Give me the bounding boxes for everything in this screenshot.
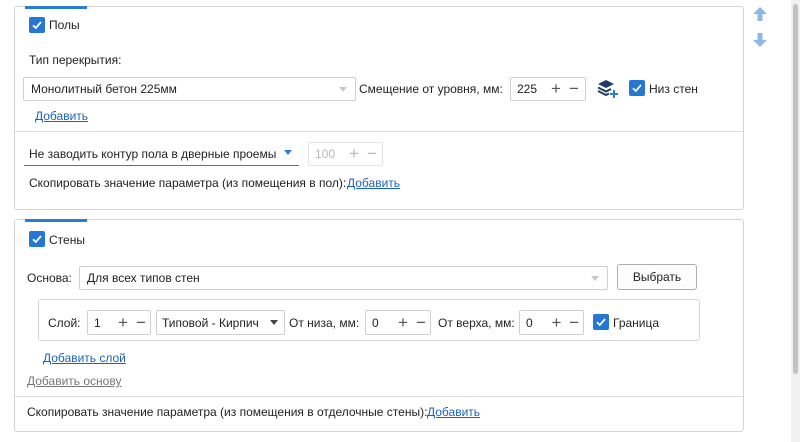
dropdown-arrow-icon [270,320,278,325]
from-bottom-label: От низа, мм: [289,316,360,330]
bottom-walls-checkbox[interactable] [629,80,645,96]
layer-plus-button[interactable]: + [114,314,132,331]
layers-add-icon[interactable] [597,78,619,100]
move-down-button[interactable] [752,32,768,48]
offset-stepper[interactable]: 225 + − [510,77,586,101]
offset-value: 225 [517,82,538,96]
layer-stepper-value: 1 [94,315,101,330]
floors-copy-text: Скопировать значение параметра (из помещ… [29,176,347,190]
checkbox-check-icon [596,318,606,327]
from-top-minus-button[interactable]: − [565,314,583,331]
move-up-button[interactable] [752,6,768,22]
base-value: Для всех типов стен [87,271,200,285]
offset-minus-button[interactable]: − [565,80,583,97]
contour-minus-button[interactable]: − [363,145,381,162]
add-base-link[interactable]: Добавить основу [27,373,121,389]
dropdown-arrow-icon [591,275,599,281]
from-bottom-minus-button[interactable]: − [412,314,430,331]
from-top-plus-button[interactable]: + [548,314,566,331]
checkbox-check-icon [32,235,42,244]
floors-section-title: Полы [49,18,80,32]
contour-dropdown[interactable]: Не заводить контур пола в дверные проемы [24,141,299,166]
layer-minus-button[interactable]: − [132,314,150,331]
walls-accent-bar [25,219,87,222]
offset-plus-button[interactable]: + [547,80,565,97]
select-button[interactable]: Выбрать [617,264,697,290]
base-dropdown[interactable]: Для всех типов стен [79,266,608,290]
floors-checkbox[interactable] [29,17,45,33]
material-dropdown[interactable]: Типовой - Кирпич [156,310,285,335]
walls-checkbox[interactable] [29,231,45,247]
from-bottom-value: 0 [372,315,379,330]
floors-copy-add-link[interactable]: Добавить [347,175,400,191]
contour-value: Не заводить контур пола в дверные проемы [29,147,277,161]
floors-add-link[interactable]: Добавить [35,108,88,124]
contour-stepper[interactable]: 100 + − [308,142,383,166]
offset-label: Смещение от уровня, мм: [359,82,503,96]
walls-copy-add-link[interactable]: Добавить [427,404,480,420]
walls-section-title: Стены [49,233,85,247]
border-label: Граница [613,316,660,330]
slab-type-dropdown[interactable]: Монолитный бетон 225мм [23,77,356,101]
select-button-label: Выбрать [632,270,682,284]
arrow-up-icon [753,7,767,21]
from-bottom-stepper[interactable]: 0 + − [365,310,431,335]
scrollbar-thumb[interactable] [793,4,798,374]
border-checkbox[interactable] [593,314,609,330]
layer-label: Слой: [48,316,81,330]
slab-type-value: Монолитный бетон 225мм [31,82,177,96]
contour-plus-button[interactable]: + [345,145,363,162]
base-label: Основа: [27,271,72,285]
from-bottom-plus-button[interactable]: + [394,314,412,331]
bottom-walls-label: Низ стен [649,82,698,96]
slab-type-label: Тип перекрытия: [29,53,122,67]
from-top-value: 0 [526,315,533,330]
walls-divider [15,396,743,397]
vertical-scrollbar[interactable] [791,0,800,442]
checkbox-check-icon [632,84,642,93]
add-layer-link[interactable]: Добавить слой [43,350,126,366]
floors-accent-bar [25,6,87,9]
layer-stepper[interactable]: 1 + − [87,310,151,335]
from-top-label: От верха, мм: [438,316,515,330]
from-top-stepper[interactable]: 0 + − [519,310,584,335]
arrow-down-icon [753,33,767,47]
checkbox-check-icon [32,21,42,30]
dropdown-arrow-icon [339,86,347,92]
dropdown-arrow-icon [284,150,292,155]
walls-copy-text: Скопировать значение параметра (из помещ… [27,405,428,419]
floors-divider [15,131,743,132]
contour-stepper-value: 100 [315,147,336,161]
material-value: Типовой - Кирпич [162,315,259,330]
